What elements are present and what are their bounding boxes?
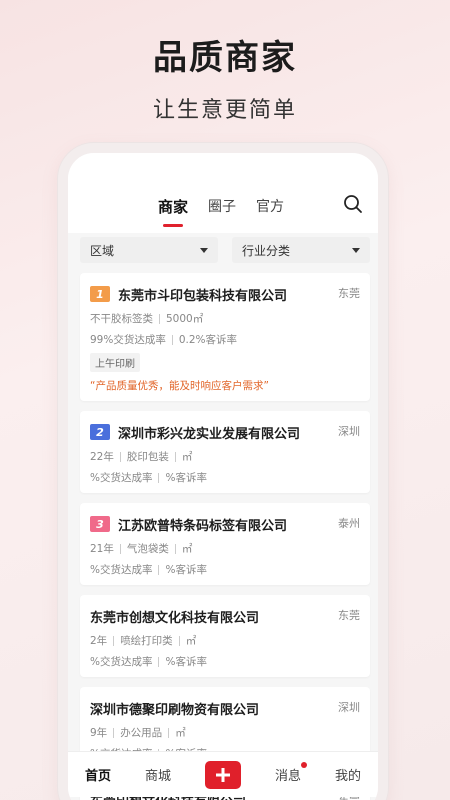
merchant-city: 东莞	[338, 609, 360, 622]
merchant-name: 东莞市斗印包装科技有限公司	[118, 288, 288, 304]
meta-category: 气泡袋类	[126, 543, 169, 555]
stat-complaint-rate: %客诉率	[165, 472, 207, 484]
merchant-stats: 99%交货达成率 0.2%客诉率	[90, 332, 360, 347]
nav-messages-label: 消息	[274, 769, 301, 784]
meta-years: 2年	[90, 635, 108, 647]
merchant-meta: 22年 胶印包装 ㎡	[90, 449, 360, 464]
meta-category: 办公用品	[120, 727, 163, 739]
category-tabs: 商家 圈子 官方	[158, 196, 284, 217]
stat-complaint-rate: %客诉率	[165, 564, 207, 576]
meta-category: 胶印包装	[126, 451, 169, 463]
merchant-city: 泰州	[338, 517, 360, 530]
stat-complaint-rate: %客诉率	[165, 656, 207, 668]
filter-bar: 区域 行业分类	[80, 237, 370, 263]
merchant-card[interactable]: 2 深圳市彩兴龙实业发展有限公司 深圳 22年 胶印包装 ㎡ %交货达成率 %客…	[80, 411, 370, 493]
merchant-name: 东莞市创想文化科技有限公司	[90, 610, 260, 626]
merchant-card[interactable]: 东莞市创想文化科技有限公司 东莞 2年 喷绘打印类 ㎡ %交货达成率 %客诉率	[80, 595, 370, 677]
meta-years: 21年	[90, 543, 114, 555]
merchant-card[interactable]: 3 江苏欧普特条码标签有限公司 泰州 21年 气泡袋类 ㎡ %交货达成率 %客诉…	[80, 503, 370, 585]
app-screen: 商家 圈子 官方 区域 行业分类 1 东莞市斗印包装科技有限公司 东莞 不干胶标…	[68, 153, 378, 800]
hero-title: 品质商家	[153, 38, 297, 78]
rank-badge: 3	[90, 516, 110, 532]
merchant-name: 深圳市彩兴龙实业发展有限公司	[118, 426, 301, 442]
merchant-stats: %交货达成率 %客诉率	[90, 470, 360, 485]
meta-area: ㎡	[185, 635, 197, 647]
merchant-meta: 2年 喷绘打印类 ㎡	[90, 633, 360, 648]
stat-delivery-rate: %交货达成率	[90, 472, 153, 484]
publish-button[interactable]	[204, 760, 241, 789]
merchant-name: 江苏欧普特条码标签有限公司	[118, 518, 288, 534]
tab-circles[interactable]: 圈子	[208, 196, 236, 217]
region-filter-label: 区域	[90, 243, 115, 258]
industry-filter-label: 行业分类	[242, 243, 291, 258]
nav-mall[interactable]: 商城	[145, 765, 171, 784]
meta-area: ㎡	[181, 451, 193, 463]
stat-delivery-rate: 99%交货达成率	[90, 334, 166, 346]
stat-complaint-rate: 0.2%客诉率	[178, 334, 238, 346]
tab-official[interactable]: 官方	[256, 196, 284, 217]
meta-category: 不干胶标签类	[90, 313, 153, 325]
merchant-name: 深圳市德聚印刷物资有限公司	[90, 702, 260, 718]
plus-icon	[215, 767, 230, 782]
rank-badge: 1	[90, 286, 110, 302]
industry-filter[interactable]: 行业分类	[232, 237, 370, 263]
caret-down-icon	[200, 247, 208, 253]
merchant-tag: 上午印刷	[90, 353, 140, 372]
top-bar: 商家 圈子 官方	[68, 153, 378, 233]
hero-subtitle: 让生意更简单	[152, 98, 297, 123]
nav-home[interactable]: 首页	[85, 765, 111, 784]
tab-merchants[interactable]: 商家	[158, 196, 188, 217]
caret-down-icon	[352, 247, 360, 253]
nav-mine[interactable]: 我的	[335, 765, 361, 784]
notification-dot	[300, 762, 307, 768]
meta-area: 5000㎡	[166, 313, 204, 325]
meta-area: ㎡	[175, 727, 186, 739]
rank-badge: 2	[90, 424, 110, 440]
merchant-meta: 21年 气泡袋类 ㎡	[90, 541, 360, 556]
stat-delivery-rate: %交货达成率	[90, 656, 153, 668]
nav-messages[interactable]: 消息	[274, 762, 307, 784]
meta-years: 22年	[90, 451, 114, 463]
merchant-quote: “产品质量优秀，能及时响应客户需求”	[90, 380, 269, 392]
meta-category: 喷绘打印类	[120, 635, 173, 647]
merchant-meta: 不干胶标签类 5000㎡	[90, 311, 360, 326]
merchant-stats: %交货达成率 %客诉率	[90, 562, 360, 577]
merchant-stats: %交货达成率 %客诉率	[90, 654, 360, 669]
merchant-city: 深圳	[338, 701, 360, 714]
merchant-city: 东莞	[338, 287, 360, 300]
meta-years: 9年	[90, 727, 108, 739]
search-icon[interactable]	[342, 193, 364, 215]
merchant-card[interactable]: 1 东莞市斗印包装科技有限公司 东莞 不干胶标签类 5000㎡ 99%交货达成率…	[80, 273, 370, 401]
region-filter[interactable]: 区域	[80, 237, 218, 263]
phone-mockup: 商家 圈子 官方 区域 行业分类 1 东莞市斗印包装科技有限公司 东莞 不干胶标…	[58, 143, 388, 800]
meta-area: ㎡	[181, 543, 193, 555]
bottom-nav: 首页 商城 消息 我的	[68, 751, 378, 797]
merchant-meta: 9年 办公用品 ㎡	[90, 725, 360, 740]
merchant-city: 深圳	[338, 425, 360, 438]
stat-delivery-rate: %交货达成率	[90, 564, 153, 576]
merchant-list: 1 东莞市斗印包装科技有限公司 东莞 不干胶标签类 5000㎡ 99%交货达成率…	[80, 273, 370, 800]
